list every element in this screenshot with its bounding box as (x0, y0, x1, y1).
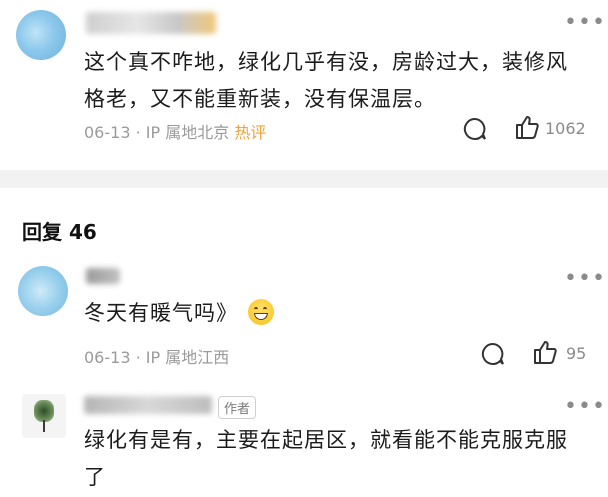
reply-text: 绿化有是有，主要在起居区，就看能不能克服克服了 (84, 428, 568, 489)
thumbs-up-icon[interactable] (514, 114, 540, 140)
more-dots-icon[interactable]: ••• (564, 396, 606, 418)
more-dots-icon[interactable]: ••• (564, 268, 606, 290)
hot-tag: 热评 (234, 123, 267, 142)
like-count: 1062 (545, 119, 586, 138)
comment-location: · IP 属地北京 (135, 123, 230, 142)
grin-emoji-icon (247, 299, 274, 325)
reply-date: 06-13 (84, 348, 131, 367)
author-badge: 作者 (218, 396, 257, 419)
thumbs-up-icon[interactable] (532, 339, 558, 365)
avatar[interactable] (18, 266, 68, 316)
reply-location: · IP 属地江西 (135, 348, 230, 367)
comment-text: 这个真不咋地，绿化几乎有没，房龄过大，装修风格老，又不能重新装，没有保温层。 (84, 50, 568, 111)
username-blurred[interactable] (84, 396, 212, 414)
more-dots-icon[interactable]: ••• (564, 12, 606, 34)
username-blurred[interactable] (86, 268, 120, 284)
comment-bubble-icon[interactable] (462, 116, 488, 142)
comment-bubble-icon[interactable] (480, 341, 506, 367)
section-divider (0, 170, 608, 188)
comment-date: 06-13 (84, 123, 131, 142)
comment-meta: 06-13 · IP 属地北京 热评 (84, 119, 266, 143)
avatar[interactable] (16, 10, 66, 60)
reply-meta: 06-13 · IP 属地江西 (84, 344, 229, 368)
avatar[interactable] (22, 394, 66, 438)
username-blurred[interactable] (86, 12, 216, 34)
replies-header: 回复 46 (22, 220, 97, 244)
reply-text: 冬天有暖气吗》 (84, 295, 564, 332)
like-count: 95 (566, 344, 587, 363)
reply-text-content: 冬天有暖气吗》 (84, 301, 238, 325)
